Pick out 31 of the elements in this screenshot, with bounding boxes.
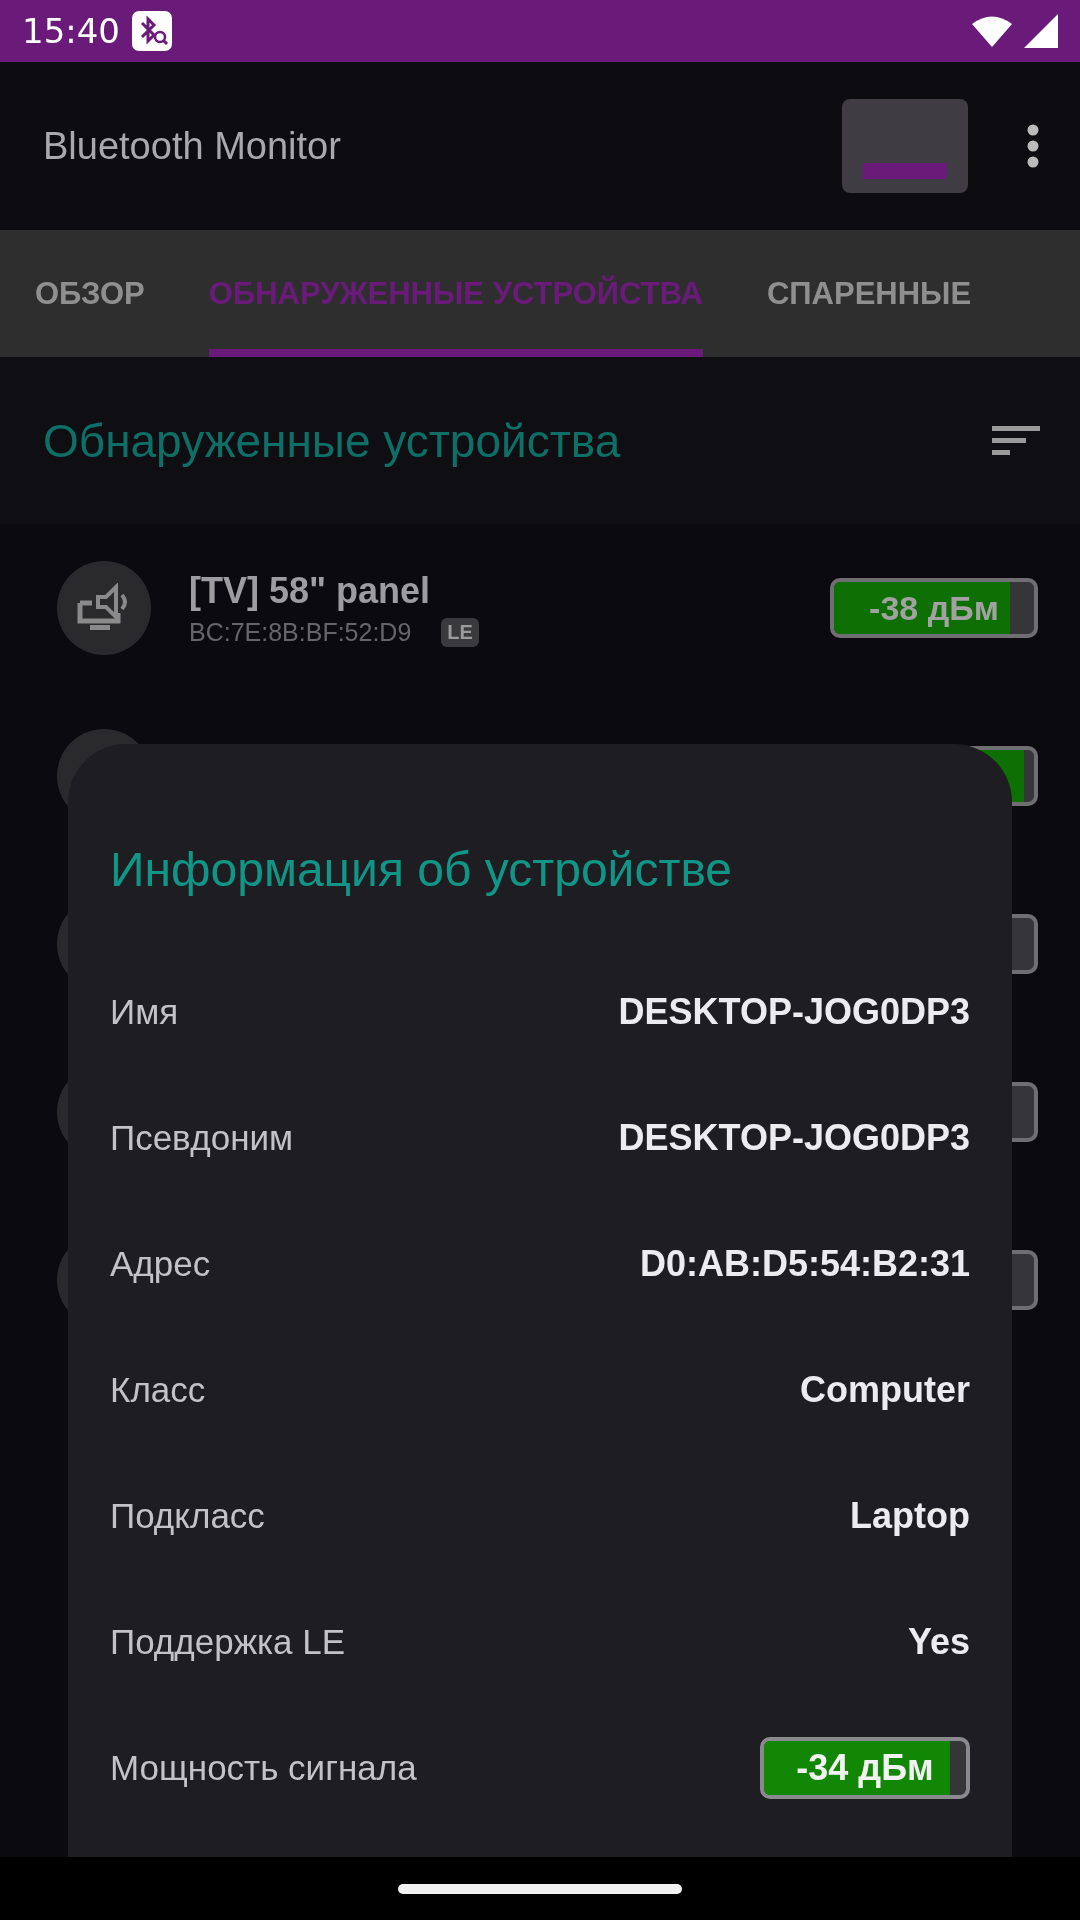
more-icon[interactable] [1026,124,1040,168]
info-label: Подкласс [110,1496,265,1536]
section-title: Обнаруженные устройства [43,413,621,468]
device-address: BC:7E:8B:BF:52:D9 [189,617,412,647]
sort-icon[interactable] [992,423,1040,458]
tab[interactable]: ОБЗОР [35,230,145,357]
le-badge: LE [441,617,479,647]
wifi-icon [972,15,1012,47]
dialog-title: Информация об устройстве [110,842,734,897]
info-label: Адрес [110,1244,211,1284]
info-label: Поддержка LE [110,1622,346,1662]
signal-strength: -34 дБм [796,1747,934,1789]
tab[interactable]: СПАРЕННЫЕ [766,230,972,357]
info-label: Мощность сигнала [110,1748,417,1788]
clock: 15:40 [22,11,120,51]
bluetooth-search-icon [132,11,172,51]
info-value: Laptop [850,1495,970,1537]
info-label: Класс [110,1370,206,1410]
info-label: Имя [110,992,179,1032]
home-handle[interactable] [398,1883,682,1894]
cellular-signal-icon [1024,14,1058,48]
info-value: D0:AB:D5:54:B2:31 [639,1243,970,1285]
info-label: Псевдоним [110,1118,294,1158]
signal-strength: -38 дБм [869,588,999,628]
info-value: DESKTOP-JOG0DP3 [618,1117,970,1159]
app-title: Bluetooth Monitor [43,124,341,168]
bar-icon [863,163,947,179]
info-value: DESKTOP-JOG0DP3 [618,991,970,1033]
info-value: Computer [800,1369,970,1411]
info-value: Yes [907,1621,970,1663]
device-name: [TV] 58" panel [189,569,432,612]
